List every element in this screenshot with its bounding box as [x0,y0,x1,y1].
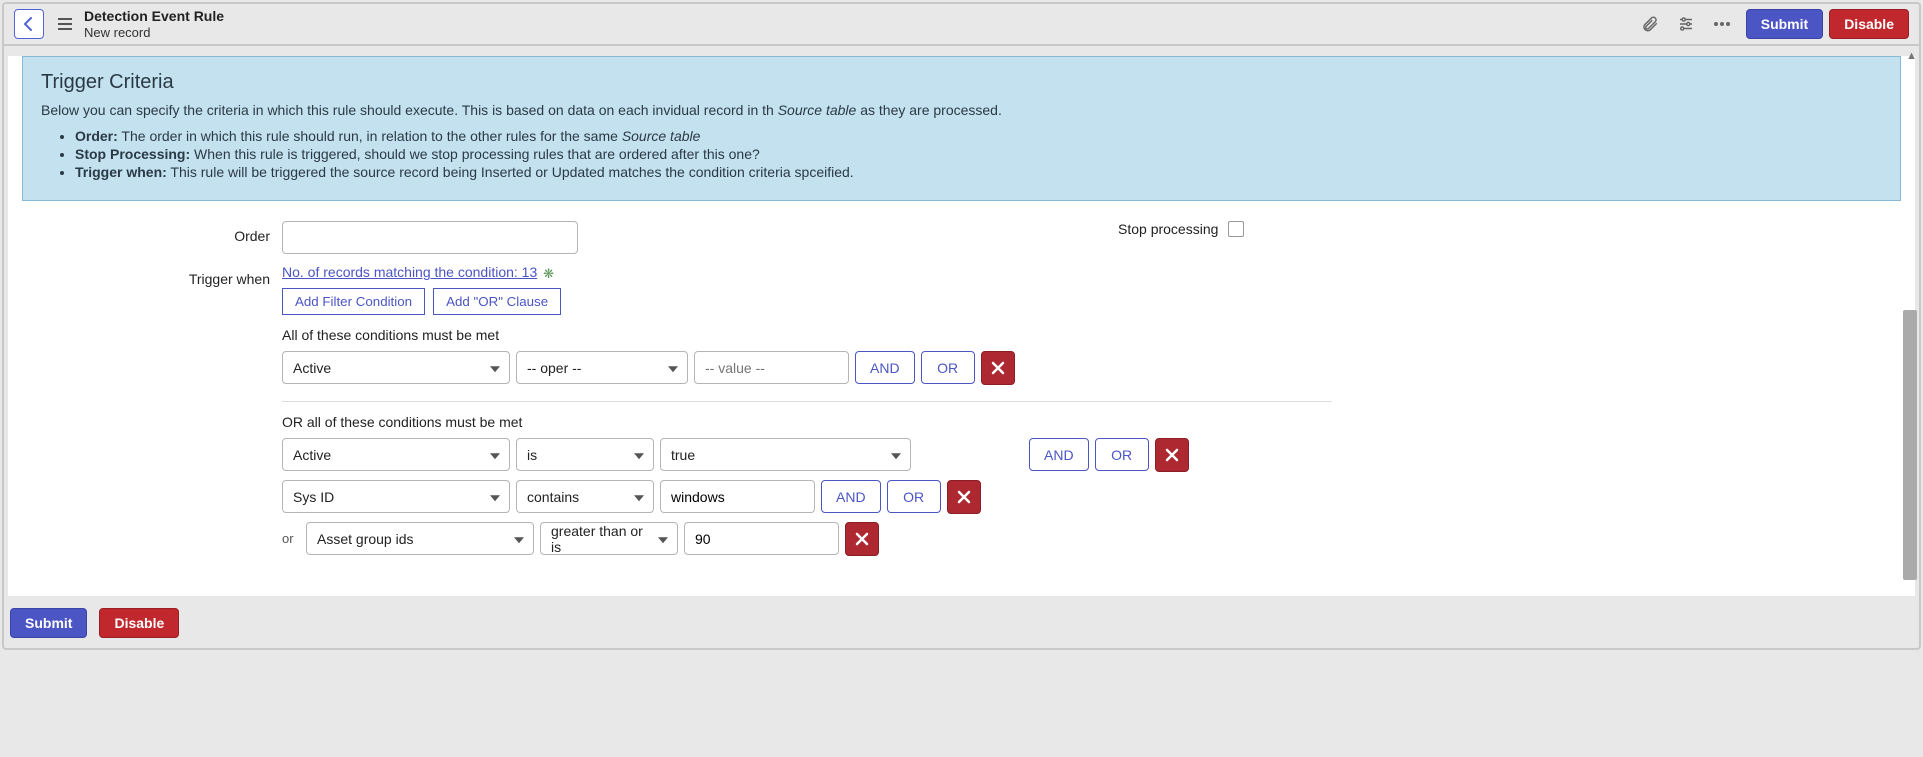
divider [282,401,1332,402]
close-icon [855,532,869,546]
order-input[interactable] [282,221,578,254]
submit-button[interactable]: Submit [1746,9,1823,39]
close-icon [957,490,971,504]
footer-bar: Submit Disable [4,598,1919,648]
info-bullet-order: Order: The order in which this rule shou… [75,128,1882,144]
add-or-clause-button[interactable]: Add "OR" Clause [433,288,561,315]
or-prefix-label: or [282,531,300,546]
or-all-conditions-label: OR all of these conditions must be met [282,414,1901,430]
operator-select[interactable]: contains [516,480,654,513]
header-titles: Detection Event Rule New record [84,8,224,40]
value-input[interactable] [684,522,839,555]
delete-condition-button[interactable] [1155,438,1189,472]
field-select[interactable]: Sys ID [282,480,510,513]
field-select[interactable]: Active [282,438,510,471]
info-panel: Trigger Criteria Below you can specify t… [22,56,1901,201]
back-button[interactable] [14,9,44,39]
header-bar: Detection Event Rule New record Submit D… [4,4,1919,46]
menu-icon[interactable] [58,18,72,30]
value-input[interactable] [694,351,849,384]
and-button[interactable]: AND [1029,438,1089,471]
records-match-link[interactable]: No. of records matching the condition: 1… [282,264,537,280]
close-icon [1165,448,1179,462]
field-select[interactable]: Active [282,351,510,384]
condition-or-row: or Asset group ids greater than or is [282,522,1901,556]
disable-button[interactable]: Disable [1829,9,1909,39]
value-input[interactable] [660,480,815,513]
and-button[interactable]: AND [855,351,915,384]
submit-button-footer[interactable]: Submit [10,608,87,638]
page-title: Detection Event Rule [84,8,224,25]
condition-row: Sys ID contains AND OR [282,480,1901,514]
delete-condition-button[interactable] [947,480,981,514]
value-select[interactable]: true [660,438,911,471]
info-title: Trigger Criteria [41,71,1882,94]
info-list: Order: The order in which this rule shou… [41,128,1882,180]
or-button[interactable]: OR [887,480,941,513]
trigger-when-row: Trigger when No. of records matching the… [22,264,1901,563]
settings-icon[interactable] [1676,14,1696,34]
or-button[interactable]: OR [921,351,975,384]
order-row: Order Stop processing [22,221,1901,254]
operator-select[interactable]: -- oper -- [516,351,688,384]
add-filter-condition-button[interactable]: Add Filter Condition [282,288,425,315]
operator-select[interactable]: is [516,438,654,471]
field-select[interactable]: Asset group ids [306,522,534,555]
all-conditions-label: All of these conditions must be met [282,327,1901,343]
form-area: Order Stop processing Trigger when No. o… [8,201,1915,583]
delete-condition-button[interactable] [981,351,1015,385]
attachment-icon[interactable] [1640,14,1660,34]
info-description: Below you can specify the criteria in wh… [41,102,1882,118]
refresh-icon[interactable]: ❋ [543,266,554,282]
more-icon[interactable] [1712,14,1732,34]
stop-processing-checkbox[interactable] [1228,221,1244,237]
info-bullet-trigger: Trigger when: This rule will be triggere… [75,164,1882,180]
scrollbar-thumb[interactable] [1903,310,1917,580]
and-button[interactable]: AND [821,480,881,513]
page-subtitle: New record [84,25,224,41]
operator-select[interactable]: greater than or is [540,522,678,555]
close-icon [991,361,1005,375]
condition-row: Active is true AND OR [282,438,1901,472]
info-bullet-stop: Stop Processing: When this rule is trigg… [75,146,1882,162]
delete-condition-button[interactable] [845,522,879,556]
disable-button-footer[interactable]: Disable [99,608,179,638]
scroll-up-icon[interactable]: ▲ [1906,50,1917,62]
trigger-when-label: Trigger when [22,264,282,287]
condition-row: Active -- oper -- AND OR [282,351,1901,385]
chevron-left-icon [23,17,35,31]
order-label: Order [22,221,282,244]
stop-processing-label: Stop processing [1118,221,1218,237]
or-button[interactable]: OR [1095,438,1149,471]
content: ▲ Trigger Criteria Below you can specify… [8,56,1915,595]
